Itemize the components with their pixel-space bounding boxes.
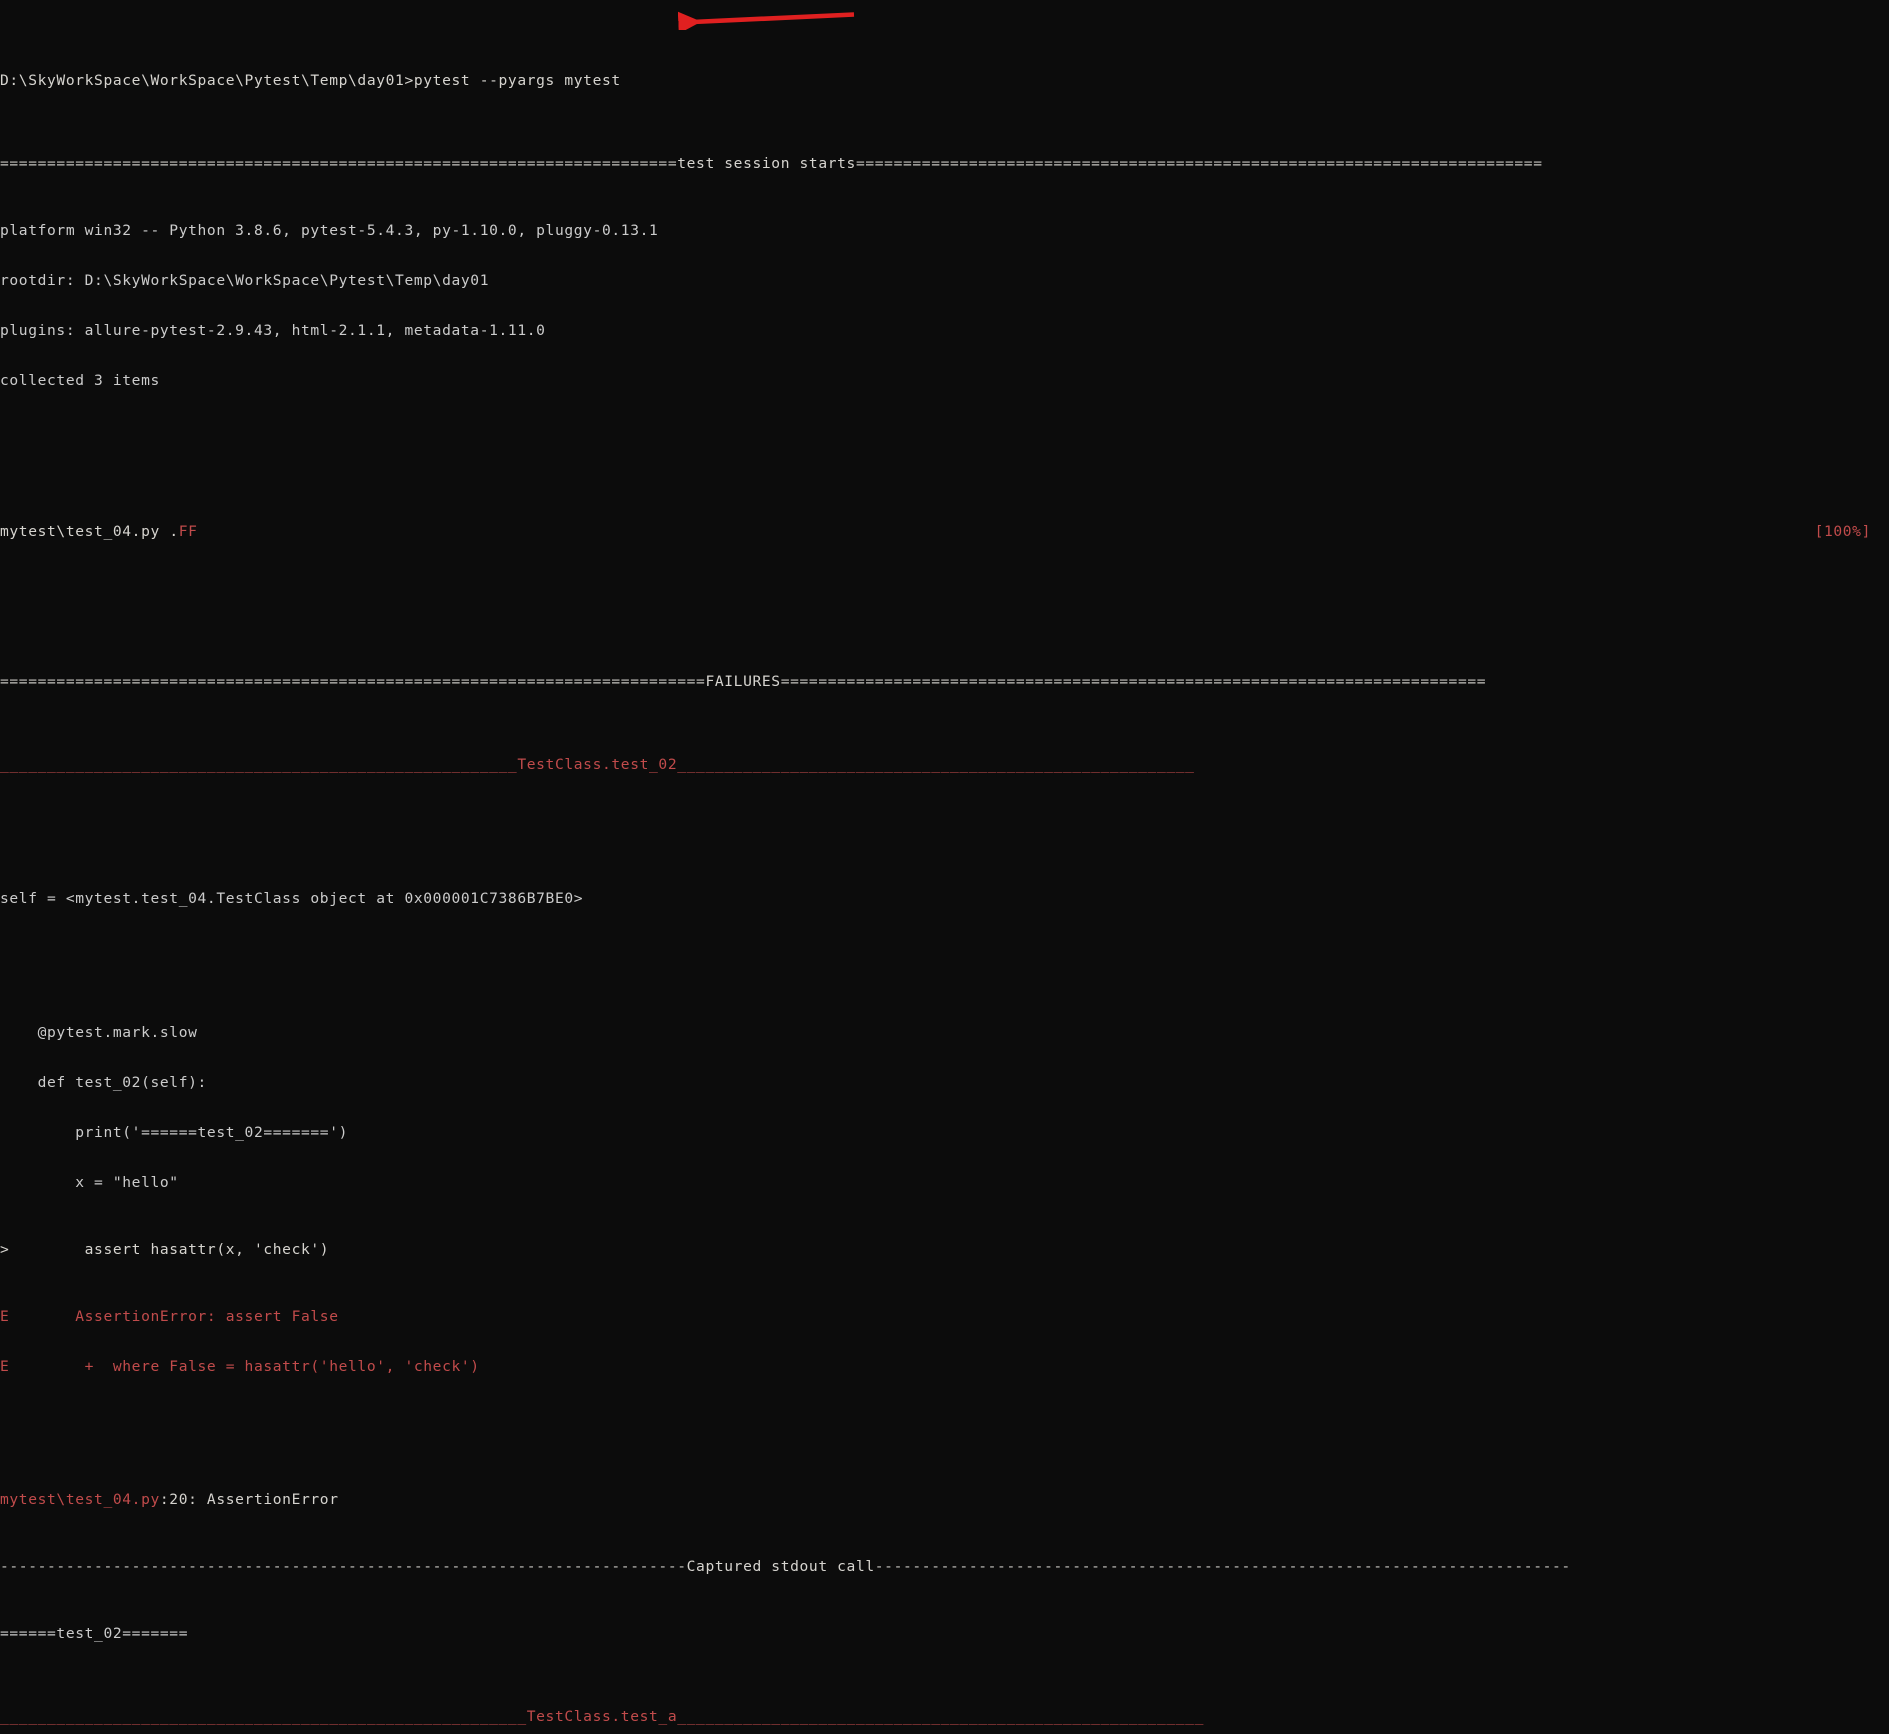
failure-1-code-2: print('======test_02=======') [0, 1124, 349, 1141]
progress-file: mytest\test_04.py [0, 523, 170, 540]
failure-1-error-text-1: + where False = hasattr('hello', 'check'… [9, 1358, 480, 1375]
prompt-command: pytest --pyargs mytest [413, 72, 621, 89]
platform-line: platform win32 -- Python 3.8.6, pytest-5… [0, 223, 659, 240]
session-banner-label: test session starts [677, 156, 856, 173]
progress-pass-marks: . [169, 523, 179, 540]
failure-1-stdout-banner: ----------------------------------------… [0, 1559, 1889, 1576]
failure-1-error-marker-1: E [0, 1358, 10, 1375]
plugins-line: plugins: allure-pytest-2.9.43, html-2.1.… [0, 323, 546, 340]
rootdir-line: rootdir: D:\SkyWorkSpace\WorkSpace\Pytes… [0, 273, 490, 290]
prompt-line: D:\SkyWorkSpace\WorkSpace\Pytest\Temp\da… [0, 73, 1889, 90]
failure-1-error-text-0: AssertionError: assert False [9, 1308, 339, 1325]
progress-line: mytest\test_04.py .FF [100%] [0, 524, 1889, 541]
prompt-path: D:\SkyWorkSpace\WorkSpace\Pytest\Temp\da… [0, 72, 414, 89]
failure-1-header-right: ________________________________________… [677, 757, 1195, 774]
failures-banner-right: ========================================… [780, 673, 1487, 690]
failure-1-location-file: mytest\test_04.py [0, 1492, 160, 1509]
session-start-banner: ========================================… [0, 156, 1889, 173]
progress-fail-marks: FF [178, 523, 198, 540]
failure-2-header-label: TestClass.test_a [526, 1709, 678, 1726]
failures-banner-left: ========================================… [0, 673, 706, 690]
terminal-window[interactable]: D:\SkyWorkSpace\WorkSpace\Pytest\Temp\da… [0, 0, 1889, 1725]
failure-2-header-right: ________________________________________… [677, 1709, 1204, 1726]
failure-1-stdout-banner-label: Captured stdout call [686, 1559, 875, 1576]
failure-1-code-1: def test_02(self): [0, 1074, 207, 1091]
failure-2-header-left: ________________________________________… [0, 1709, 527, 1726]
failure-1-error-line-1: E + where False = hasattr('hello', 'chec… [0, 1359, 1889, 1376]
failure-1-stdout-text: ======test_02======= [0, 1625, 189, 1642]
terminal-output: D:\SkyWorkSpace\WorkSpace\Pytest\Temp\da… [0, 6, 1889, 1734]
failure-1-header-label: TestClass.test_02 [517, 757, 678, 774]
failure-1-location-rest: :20: AssertionError [159, 1492, 339, 1509]
failure-1-assert-line: > assert hasattr(x, 'check') [0, 1242, 1889, 1259]
session-banner-right: ========================================… [855, 156, 1543, 173]
failure-1-code-0: @pytest.mark.slow [0, 1024, 198, 1041]
failure-1-self-line: self = <mytest.test_04.TestClass object … [0, 891, 584, 908]
failure-1-error-marker-0: E [0, 1308, 10, 1325]
failure-1-code-3: x = "hello" [0, 1174, 179, 1191]
collected-line: collected 3 items [0, 373, 160, 390]
failures-banner: ========================================… [0, 674, 1889, 691]
failures-banner-label: FAILURES [705, 673, 781, 690]
session-banner-left: ========================================… [0, 156, 678, 173]
failure-1-header: ________________________________________… [0, 757, 1889, 774]
failure-1-assert-code: assert hasattr(x, 'check') [9, 1241, 330, 1258]
failure-1-header-left: ________________________________________… [0, 757, 518, 774]
failure-1-location: mytest\test_04.py:20: AssertionError [0, 1492, 1889, 1509]
failure-1-assert-marker: > [0, 1241, 10, 1258]
failure-2-header: ________________________________________… [0, 1709, 1889, 1726]
failure-1-error-line-0: E AssertionError: assert False [0, 1309, 1889, 1326]
failure-1-stdout-banner-left: ----------------------------------------… [0, 1559, 687, 1576]
progress-percent: [100%] [1814, 523, 1871, 540]
failure-1-stdout-banner-right: ----------------------------------------… [874, 1559, 1571, 1576]
